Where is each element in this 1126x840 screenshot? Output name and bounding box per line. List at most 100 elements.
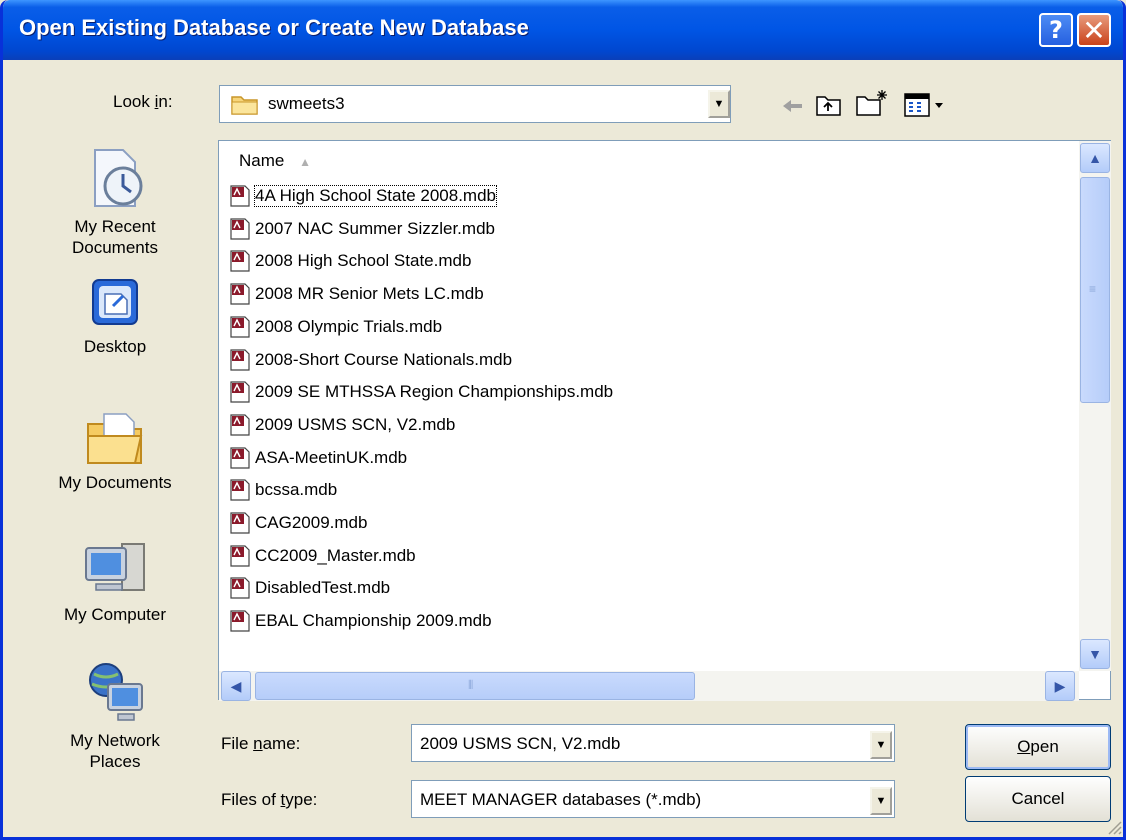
file-list-item[interactable]: CC2009_Master.mdb: [229, 541, 416, 571]
filename-input[interactable]: 2009 USMS SCN, V2.mdb ▼: [411, 724, 895, 762]
access-database-file-icon: [230, 512, 250, 534]
file-list-item[interactable]: 2009 SE MTHSSA Region Championships.mdb: [229, 377, 613, 407]
access-database-file-icon: [230, 348, 250, 371]
scroll-up-button[interactable]: ▲: [1080, 143, 1110, 173]
access-database-file-icon: [230, 283, 250, 305]
file-name: ASA-MeetinUK.mdb: [255, 447, 408, 467]
access-database-file-icon: [230, 250, 250, 272]
access-database-file-icon: [230, 545, 250, 567]
file-list-item[interactable]: EBAL Championship 2009.mdb: [229, 606, 492, 636]
scroll-right-button[interactable]: ▶: [1045, 671, 1075, 701]
access-database-file-icon: [230, 446, 250, 469]
file-name: 2008 Olympic Trials.mdb: [255, 316, 443, 336]
column-header-label: Name: [239, 151, 285, 170]
places-bar: My Recent Documents Desktop My Documents: [35, 138, 195, 828]
help-icon: ?: [1049, 16, 1063, 44]
lookin-combo[interactable]: swmeets3 ▼: [219, 85, 731, 123]
filetype-label-pre: Files of: [221, 790, 281, 809]
file-list-item[interactable]: 2008 Olympic Trials.mdb: [229, 312, 442, 342]
network-places-icon: [89, 663, 143, 721]
file-name: 2008 MR Senior Mets LC.mdb: [255, 284, 484, 304]
column-header-name[interactable]: Name ▲: [239, 151, 311, 171]
file-name: EBAL Championship 2009.mdb: [255, 611, 492, 631]
chevron-up-icon: ▲: [1088, 150, 1102, 166]
scroll-left-button[interactable]: ◀: [221, 671, 251, 701]
filename-label-accel: n: [253, 734, 263, 753]
close-icon: ✕: [1082, 13, 1106, 47]
grip-icon: ≡: [1089, 282, 1097, 296]
file-list-item[interactable]: DisabledTest.mdb: [229, 573, 390, 603]
file-list-item[interactable]: 2008-Short Course Nationals.mdb: [229, 345, 512, 375]
filetype-select[interactable]: MEET MANAGER databases (*.mdb) ▼: [411, 780, 895, 818]
folder-icon: [231, 96, 258, 115]
file-name: 2008-Short Course Nationals.mdb: [255, 349, 513, 369]
file-name: 2007 NAC Summer Sizzler.mdb: [255, 218, 495, 238]
place-my-documents[interactable]: My Documents: [35, 408, 195, 493]
file-list-item[interactable]: CAG2009.mdb: [229, 508, 367, 538]
access-database-file-icon: [230, 218, 250, 240]
file-name: 2008 High School State.mdb: [255, 251, 472, 271]
filename-label-pre: File: [221, 734, 254, 753]
chevron-down-icon: ▼: [1088, 646, 1102, 662]
my-computer-icon: [85, 543, 145, 591]
filename-value: 2009 USMS SCN, V2.mdb: [420, 734, 621, 753]
file-list-item[interactable]: bcssa.mdb: [229, 475, 337, 505]
horizontal-scroll-thumb[interactable]: ⦀: [255, 672, 695, 700]
file-list-item[interactable]: 4A High School State 2008.mdb: [229, 181, 497, 211]
filename-label-post: ame:: [262, 734, 301, 753]
resize-grip-icon[interactable]: [1105, 818, 1123, 836]
file-list-item[interactable]: 2008 MR Senior Mets LC.mdb: [229, 279, 484, 309]
scroll-down-button[interactable]: ▼: [1080, 639, 1110, 669]
access-database-file-icon: [230, 479, 250, 501]
cancel-button[interactable]: Cancel: [965, 776, 1111, 822]
file-list-item[interactable]: ASA-MeetinUK.mdb: [229, 443, 407, 473]
new-folder-icon[interactable]: [855, 88, 889, 118]
file-name: 2009 SE MTHSSA Region Championships.mdb: [255, 382, 614, 402]
filename-label: File name:: [221, 734, 300, 754]
open-button[interactable]: Open: [965, 724, 1111, 770]
place-my-network-places[interactable]: My Network Places: [35, 658, 195, 772]
file-name: bcssa.mdb: [255, 480, 338, 500]
access-database-file-icon: [230, 316, 250, 338]
filetype-dropdown-button[interactable]: ▼: [870, 787, 892, 815]
back-arrow-icon[interactable]: [781, 96, 805, 116]
file-list-item[interactable]: 2009 USMS SCN, V2.mdb: [229, 410, 455, 440]
open-database-dialog: Open Existing Database or Create New Dat…: [0, 0, 1126, 840]
filetype-value: MEET MANAGER databases (*.mdb): [420, 790, 702, 809]
file-name: 4A High School State 2008.mdb: [254, 185, 497, 207]
file-name: CAG2009.mdb: [255, 513, 368, 532]
place-my-recent-documents[interactable]: My Recent Documents: [35, 146, 195, 258]
lookin-value: swmeets3: [268, 94, 345, 113]
desktop-icon: [92, 279, 138, 325]
file-list[interactable]: Name ▲ 4A High School State 2008.mdb 2007…: [218, 140, 1111, 701]
lookin-label-post: n:: [158, 92, 173, 111]
sort-ascending-icon: ▲: [299, 155, 311, 169]
chevron-down-icon: ▼: [713, 98, 725, 110]
lookin-label-pre: Look: [113, 92, 155, 111]
file-list-item[interactable]: 2008 High School State.mdb: [229, 246, 471, 276]
cancel-button-label: Cancel: [1011, 789, 1065, 808]
lookin-dropdown-button[interactable]: ▼: [708, 90, 730, 118]
access-database-file-icon: [230, 414, 250, 436]
help-button[interactable]: ?: [1039, 13, 1073, 47]
chevron-right-icon: ▶: [1054, 677, 1066, 694]
view-menu-icon[interactable]: [903, 92, 949, 118]
up-folder-icon[interactable]: [815, 92, 843, 118]
title-bar[interactable]: Open Existing Database or Create New Dat…: [3, 0, 1123, 60]
close-button[interactable]: ✕: [1077, 13, 1111, 47]
filetype-label: Files of type:: [221, 790, 317, 810]
vertical-scroll-thumb[interactable]: ≡: [1080, 177, 1110, 403]
filename-dropdown-button[interactable]: ▼: [870, 731, 892, 759]
place-label-line: My Recent: [74, 217, 156, 236]
horizontal-scrollbar[interactable]: ◀ ⦀ ▶: [219, 671, 1079, 701]
file-list-item[interactable]: 2007 NAC Summer Sizzler.mdb: [229, 214, 495, 244]
vertical-scrollbar[interactable]: ▲ ≡ ▼: [1079, 141, 1111, 671]
place-label-line: Places: [89, 752, 141, 771]
place-label-line: My Documents: [58, 473, 172, 492]
place-desktop[interactable]: Desktop: [35, 276, 195, 357]
chevron-down-icon: ▼: [875, 739, 887, 751]
place-my-computer[interactable]: My Computer: [35, 538, 195, 625]
recent-documents-icon: [94, 149, 143, 207]
access-database-file-icon: [230, 381, 250, 403]
filetype-label-post: ype:: [285, 790, 318, 809]
